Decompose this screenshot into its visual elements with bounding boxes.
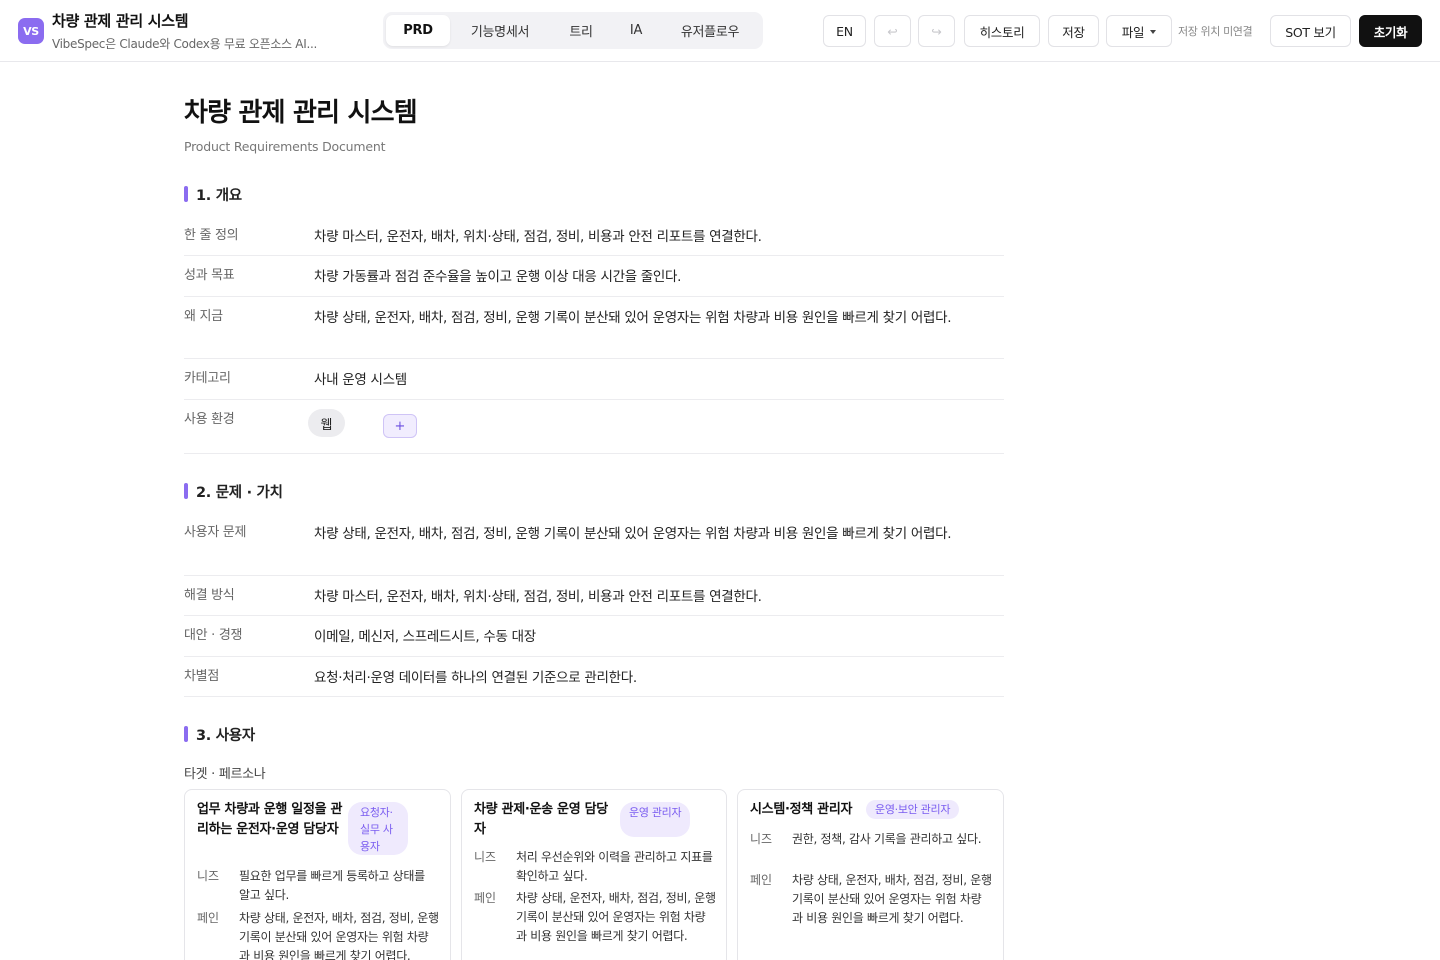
- file-menu-button[interactable]: 파일: [1106, 15, 1172, 47]
- section-heading-label: 1. 개요: [196, 187, 242, 204]
- field-key: 해결 방식: [184, 588, 235, 603]
- sot-view-button[interactable]: SOT 보기: [1270, 15, 1351, 47]
- section-overview-heading: 1. 개요: [184, 184, 1004, 204]
- section-accent-bar: [184, 726, 188, 742]
- field-key: 사용자 문제: [184, 525, 247, 540]
- pain-label: 페인: [474, 891, 497, 905]
- field-row-user-problem: 사용자 문제 차량 상태, 운전자, 배차, 점검, 정비, 운행 기록이 분산…: [184, 523, 1004, 576]
- tab-ia[interactable]: IA: [612, 15, 660, 46]
- section-heading-label: 3. 사용자: [196, 727, 255, 744]
- view-tabs: PRD 기능명세서 트리 IA 유저플로우: [383, 12, 763, 49]
- history-button[interactable]: 히스토리: [964, 15, 1040, 47]
- field-key: 한 줄 정의: [184, 228, 239, 243]
- section-problem-heading: 2. 문제 · 가치: [184, 481, 1004, 501]
- add-environment-button[interactable]: +: [383, 414, 417, 438]
- pain-text: 차량 상태, 운전자, 배차, 점검, 정비, 운행 기록이 분산돼 있어 운영…: [516, 891, 716, 943]
- field-value[interactable]: 사내 운영 시스템: [314, 369, 994, 391]
- app-title: 차량 관제 관리 시스템: [52, 12, 189, 30]
- persona-role-badge: 요청자·실무 사용자: [348, 802, 408, 855]
- section-accent-bar: [184, 186, 188, 202]
- field-row-definition: 한 줄 정의 차량 마스터, 운전자, 배차, 위치·상태, 점검, 정비, 비…: [184, 226, 1004, 256]
- persona-card[interactable]: 시스템·정책 관리자 운영·보안 관리자 니즈 권한, 정책, 감사 기록을 관…: [737, 789, 1004, 960]
- persona-title: 차량 관제·운송 운영 담당자: [474, 802, 608, 837]
- environment-chip-web[interactable]: 웹: [308, 409, 345, 437]
- undo-icon[interactable]: ↩: [874, 15, 911, 47]
- app-subtitle: VibeSpec은 Claude와 Codex용 무료 오픈소스 AI...: [52, 37, 318, 51]
- field-value[interactable]: 차량 마스터, 운전자, 배차, 위치·상태, 점검, 정비, 비용과 안전 리…: [314, 226, 994, 248]
- save-button[interactable]: 저장: [1048, 15, 1099, 47]
- tab-prd[interactable]: PRD: [386, 15, 450, 46]
- pain-label: 페인: [197, 911, 220, 925]
- field-key: 카테고리: [184, 371, 231, 386]
- tab-userflow[interactable]: 유저플로우: [660, 15, 760, 46]
- section-users-heading: 3. 사용자: [184, 724, 1004, 744]
- document-title: 차량 관제 관리 시스템: [184, 98, 418, 128]
- field-value[interactable]: 차량 상태, 운전자, 배차, 점검, 정비, 운행 기록이 분산돼 있어 운영…: [314, 307, 994, 329]
- persona-title: 시스템·정책 관리자: [750, 802, 853, 817]
- reset-button[interactable]: 초기화: [1359, 15, 1422, 47]
- field-value[interactable]: 요청·처리·운영 데이터를 하나의 연결된 기준으로 관리한다.: [314, 667, 994, 689]
- tab-feature-spec[interactable]: 기능명세서: [450, 15, 550, 46]
- language-button[interactable]: EN: [823, 15, 866, 47]
- chevron-down-icon: [1150, 30, 1157, 34]
- field-key: 성과 목표: [184, 268, 235, 283]
- field-row-differentiator: 차별점 요청·처리·운영 데이터를 하나의 연결된 기준으로 관리한다.: [184, 667, 1004, 697]
- pain-label: 페인: [750, 873, 773, 887]
- save-location-status: 저장 위치 미연결: [1178, 25, 1253, 38]
- persona-subheading: 타겟 · 페르소나: [184, 767, 266, 782]
- needs-label: 니즈: [474, 850, 497, 864]
- pain-text: 차량 상태, 운전자, 배차, 점검, 정비, 운행 기록이 분산돼 있어 운영…: [239, 911, 439, 960]
- section-heading-label: 2. 문제 · 가치: [196, 484, 283, 501]
- pain-text: 차량 상태, 운전자, 배차, 점검, 정비, 운행 기록이 분산돼 있어 운영…: [792, 873, 992, 925]
- field-key: 대안 · 경쟁: [184, 628, 243, 643]
- persona-card[interactable]: 차량 관제·운송 운영 담당자 운영 관리자 니즈 처리 우선순위와 이력을 관…: [461, 789, 727, 960]
- field-value[interactable]: 차량 가동률과 점검 준수율을 높이고 운행 이상 대응 시간을 줄인다.: [314, 266, 994, 288]
- field-row-goal: 성과 목표 차량 가동률과 점검 준수율을 높이고 운행 이상 대응 시간을 줄…: [184, 266, 1004, 297]
- section-accent-bar: [184, 483, 188, 499]
- persona-title: 업무 차량과 운행 일정을 관리하는 운전자·운영 담당자: [197, 802, 343, 837]
- persona-card[interactable]: 업무 차량과 운행 일정을 관리하는 운전자·운영 담당자 요청자·실무 사용자…: [184, 789, 451, 960]
- field-key: 왜 지금: [184, 309, 223, 324]
- needs-label: 니즈: [750, 832, 773, 846]
- needs-text: 처리 우선순위와 이력을 관리하고 지표를 확인하고 싶다.: [516, 850, 713, 883]
- persona-role-badge: 운영 관리자: [620, 802, 690, 837]
- field-value[interactable]: 차량 상태, 운전자, 배차, 점검, 정비, 운행 기록이 분산돼 있어 운영…: [314, 523, 994, 545]
- needs-label: 니즈: [197, 869, 220, 883]
- field-row-category: 카테고리 사내 운영 시스템: [184, 369, 1004, 400]
- needs-text: 권한, 정책, 감사 기록을 관리하고 싶다.: [792, 832, 982, 846]
- field-value[interactable]: 차량 마스터, 운전자, 배차, 위치·상태, 점검, 정비, 비용과 안전 리…: [314, 586, 994, 608]
- field-key: 사용 환경: [184, 412, 235, 427]
- redo-icon[interactable]: ↪: [918, 15, 955, 47]
- top-bar: VS 차량 관제 관리 시스템 VibeSpec은 Claude와 Codex용…: [0, 0, 1440, 62]
- persona-role-badge: 운영·보안 관리자: [866, 800, 960, 819]
- field-row-solution: 해결 방식 차량 마스터, 운전자, 배차, 위치·상태, 점검, 정비, 비용…: [184, 586, 1004, 616]
- needs-text: 필요한 업무를 빠르게 등록하고 상태를 알고 싶다.: [239, 869, 425, 902]
- tab-tree[interactable]: 트리: [550, 15, 612, 46]
- field-key: 차별점: [184, 669, 219, 684]
- field-value[interactable]: 이메일, 메신저, 스프레드시트, 수동 대장: [314, 626, 994, 648]
- field-row-alternatives: 대안 · 경쟁 이메일, 메신저, 스프레드시트, 수동 대장: [184, 626, 1004, 657]
- app-logo[interactable]: VS: [18, 18, 44, 44]
- field-row-environment: 사용 환경: [184, 410, 1004, 454]
- file-menu-label: 파일: [1121, 24, 1145, 40]
- field-row-why-now: 왜 지금 차량 상태, 운전자, 배차, 점검, 정비, 운행 기록이 분산돼 …: [184, 307, 1004, 359]
- document-subtitle: Product Requirements Document: [184, 139, 386, 154]
